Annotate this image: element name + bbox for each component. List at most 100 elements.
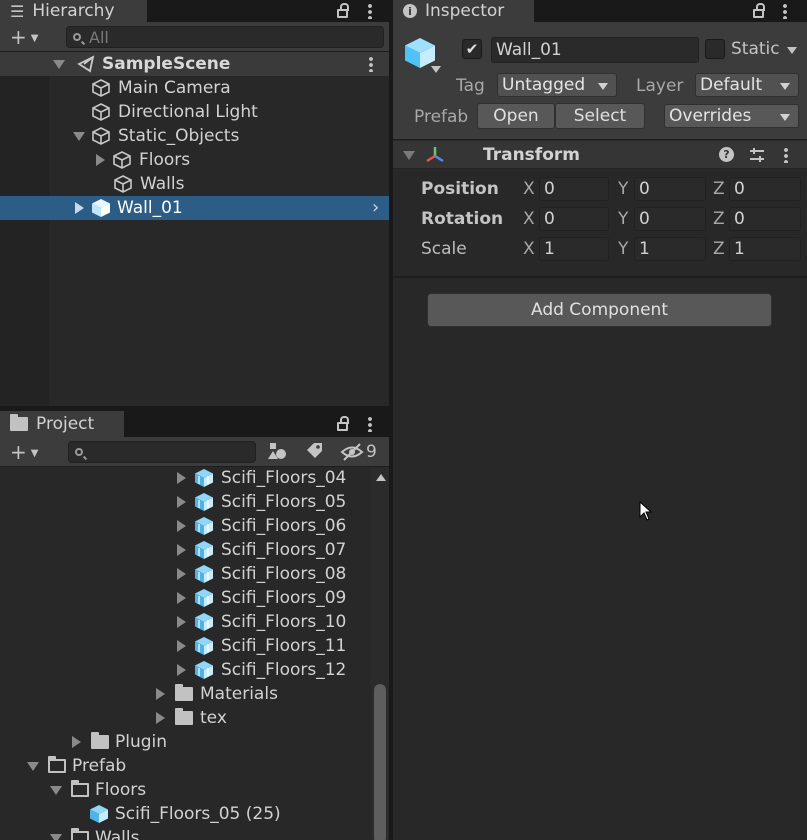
presets-icon[interactable]: [748, 147, 766, 163]
collapse-arrow-icon[interactable]: [177, 520, 186, 532]
expand-arrow-icon[interactable]: [27, 761, 39, 771]
scrollbar-thumb[interactable]: [374, 684, 386, 840]
component-menu-icon[interactable]: [784, 147, 788, 163]
prefab-select-button[interactable]: Select: [555, 103, 645, 129]
active-toggle[interactable]: ✔: [462, 39, 482, 59]
scale-label[interactable]: Scale: [421, 239, 467, 259]
collapse-arrow-icon[interactable]: [72, 736, 81, 748]
position-z-field[interactable]: 0: [729, 177, 801, 201]
axis-y-label[interactable]: Y: [618, 239, 628, 259]
rotation-label[interactable]: Rotation: [421, 209, 503, 229]
inspector-lock-button[interactable]: [753, 0, 765, 22]
axis-y-label[interactable]: Y: [618, 209, 628, 229]
project-menu-button[interactable]: [368, 411, 372, 437]
project-item-scifi-floors-06[interactable]: Scifi_Floors_06: [0, 514, 346, 538]
expand-arrow-icon[interactable]: [50, 785, 62, 795]
axis-z-label[interactable]: Z: [713, 239, 725, 259]
expand-arrow-icon[interactable]: [73, 131, 85, 141]
help-icon[interactable]: ?: [719, 147, 734, 162]
project-item-scifi-floors-11[interactable]: Scifi_Floors_11: [0, 634, 346, 658]
prefab-open-button[interactable]: Open: [477, 103, 555, 129]
position-label[interactable]: Position: [421, 179, 499, 199]
create-dropdown-button[interactable]: + ▼: [10, 442, 38, 464]
project-item-scifi-floors-05-25[interactable]: Scifi_Floors_05 (25): [0, 802, 281, 826]
hierarchy-item-static-objects[interactable]: Static_Objects: [0, 124, 239, 148]
collapse-arrow-icon[interactable]: [177, 592, 186, 604]
collapse-arrow-icon[interactable]: [177, 472, 186, 484]
scene-row[interactable]: SampleScene: [0, 52, 389, 76]
project-folder-materials[interactable]: Materials: [0, 682, 278, 706]
collapse-arrow-icon[interactable]: [177, 616, 186, 628]
hierarchy-search-input[interactable]: All: [66, 26, 384, 48]
tag-dropdown[interactable]: Untagged: [497, 73, 617, 97]
position-y-field[interactable]: 0: [634, 177, 706, 201]
expand-arrow-icon[interactable]: [53, 59, 65, 69]
project-folder-tex[interactable]: tex: [0, 706, 227, 730]
prefab-icon[interactable]: [403, 36, 437, 70]
expand-arrow-icon[interactable]: [403, 151, 415, 160]
layer-dropdown[interactable]: Default: [695, 73, 799, 97]
rotation-y-field[interactable]: 0: [634, 207, 706, 231]
chevron-right-icon[interactable]: ›: [372, 197, 379, 218]
hierarchy-menu-button[interactable]: [368, 0, 372, 22]
axis-x-label[interactable]: X: [523, 179, 535, 199]
rotation-z-field[interactable]: 0: [729, 207, 801, 231]
project-folder-prefab[interactable]: Prefab: [0, 754, 126, 778]
collapse-arrow-icon[interactable]: [177, 496, 186, 508]
tab-project[interactable]: Project: [0, 411, 124, 437]
project-search-input[interactable]: [68, 441, 256, 463]
project-item-scifi-floors-04[interactable]: Scifi_Floors_04: [0, 466, 346, 490]
scale-y-field[interactable]: 1: [634, 237, 706, 261]
object-name-field[interactable]: Wall_01: [491, 37, 699, 63]
project-item-scifi-floors-10[interactable]: Scifi_Floors_10: [0, 610, 346, 634]
hierarchy-item-wall-01[interactable]: Wall_01 ›: [0, 196, 389, 220]
project-folder-plugin[interactable]: Plugin: [0, 730, 167, 754]
project-lock-button[interactable]: [337, 411, 349, 437]
overrides-dropdown[interactable]: Overrides: [664, 104, 799, 128]
toggle-hidden-packages-button[interactable]: 9: [340, 441, 386, 463]
scene-menu-icon[interactable]: [369, 56, 373, 72]
tab-hierarchy[interactable]: ☰ Hierarchy: [0, 0, 147, 22]
project-item-scifi-floors-12[interactable]: Scifi_Floors_12: [0, 658, 346, 682]
project-item-scifi-floors-05[interactable]: Scifi_Floors_05: [0, 490, 346, 514]
create-dropdown-button[interactable]: + ▼: [10, 27, 38, 49]
project-item-scifi-floors-09[interactable]: Scifi_Floors_09: [0, 586, 346, 610]
scale-z-field[interactable]: 1: [729, 237, 801, 261]
project-item-scifi-floors-08[interactable]: Scifi_Floors_08: [0, 562, 346, 586]
collapse-arrow-icon[interactable]: [96, 154, 105, 166]
search-by-label-button[interactable]: [305, 442, 329, 464]
axis-x-label[interactable]: X: [523, 209, 535, 229]
collapse-arrow-icon[interactable]: [177, 640, 186, 652]
scale-x-field[interactable]: 1: [539, 237, 609, 261]
rotation-x-field[interactable]: 0: [539, 207, 609, 231]
collapse-arrow-icon[interactable]: [75, 202, 84, 214]
add-component-button[interactable]: Add Component: [427, 293, 772, 327]
project-scrollbar[interactable]: [371, 467, 389, 840]
position-x-field[interactable]: 0: [539, 177, 609, 201]
transform-component-header[interactable]: Transform ?: [393, 141, 807, 169]
hierarchy-item-main-camera[interactable]: Main Camera: [0, 76, 231, 100]
hierarchy-item-directional-light[interactable]: Directional Light: [0, 100, 258, 124]
hierarchy-item-floors[interactable]: Floors: [0, 148, 190, 172]
icon-dropdown-caret-icon[interactable]: [431, 66, 441, 73]
axis-z-label[interactable]: Z: [713, 179, 725, 199]
scroll-up-icon[interactable]: [376, 474, 386, 481]
static-dropdown-caret-icon[interactable]: [787, 47, 797, 54]
axis-x-label[interactable]: X: [523, 239, 535, 259]
expand-arrow-icon[interactable]: [50, 833, 62, 840]
hierarchy-item-walls[interactable]: Walls: [0, 172, 184, 196]
static-toggle[interactable]: [705, 39, 725, 59]
search-by-type-button[interactable]: [266, 441, 292, 463]
project-item-scifi-floors-07[interactable]: Scifi_Floors_07: [0, 538, 346, 562]
collapse-arrow-icon[interactable]: [156, 712, 165, 724]
collapse-arrow-icon[interactable]: [177, 544, 186, 556]
project-folder-floors[interactable]: Floors: [0, 778, 146, 802]
project-folder-walls[interactable]: Walls: [0, 826, 139, 840]
inspector-menu-button[interactable]: [783, 0, 787, 22]
axis-z-label[interactable]: Z: [713, 209, 725, 229]
tab-inspector[interactable]: i Inspector: [393, 0, 534, 22]
hierarchy-lock-button[interactable]: [337, 0, 349, 22]
collapse-arrow-icon[interactable]: [156, 688, 165, 700]
axis-y-label[interactable]: Y: [618, 179, 628, 199]
collapse-arrow-icon[interactable]: [177, 568, 186, 580]
